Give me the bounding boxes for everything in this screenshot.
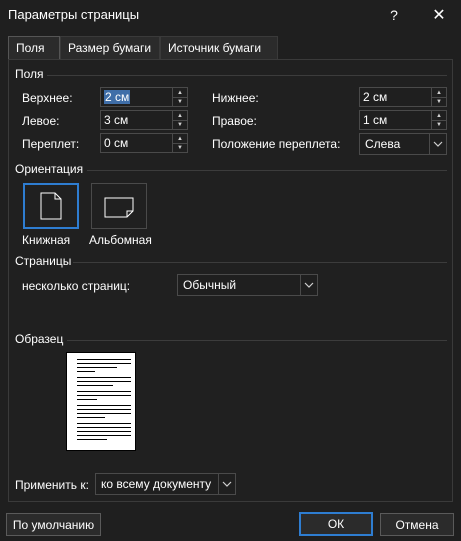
apply-to-value: ко всему документу xyxy=(101,477,212,491)
landscape-page-icon xyxy=(104,197,134,218)
close-button[interactable]: ✕ xyxy=(417,0,461,30)
multiple-pages-value: Обычный xyxy=(183,278,237,292)
gutter-label: Переплет: xyxy=(22,137,80,151)
preview-line xyxy=(77,391,131,392)
apply-to-dropdown[interactable]: ко всему документу xyxy=(95,473,236,495)
portrait-option[interactable] xyxy=(23,183,79,229)
chevron-down-icon[interactable] xyxy=(429,134,446,154)
tab-paper-source[interactable]: Источник бумаги xyxy=(160,36,278,60)
preview-line xyxy=(77,431,131,432)
preview-line xyxy=(77,413,131,414)
preview-line xyxy=(77,395,131,396)
cancel-button[interactable]: Отмена xyxy=(380,513,454,536)
preview-line xyxy=(77,409,131,410)
gutter-position-dropdown[interactable]: Слева xyxy=(359,133,447,155)
bottom-margin-spinner[interactable]: 2 см ▲ ▼ xyxy=(359,87,447,107)
portrait-page-icon xyxy=(40,192,62,220)
preview-line xyxy=(77,423,131,424)
portrait-label[interactable]: Книжная xyxy=(22,233,70,247)
preview-line xyxy=(77,377,131,378)
preview-line xyxy=(77,367,117,368)
left-margin-label: Левое: xyxy=(22,114,60,128)
preview-line xyxy=(77,385,113,386)
bottom-margin-value[interactable]: 2 см xyxy=(363,90,387,104)
section-divider xyxy=(73,262,447,263)
multiple-pages-label: несколько страниц: xyxy=(22,279,131,293)
left-margin-spinner[interactable]: 3 см ▲ ▼ xyxy=(100,110,188,130)
top-margin-value[interactable]: 2 см xyxy=(104,90,131,104)
spinner-arrows: ▲ ▼ xyxy=(172,88,187,106)
spinner-arrows: ▲ ▼ xyxy=(172,111,187,129)
gutter-position-value: Слева xyxy=(365,137,401,151)
pages-section-title: Страницы xyxy=(15,254,72,268)
preview-section-title: Образец xyxy=(15,332,64,346)
preview-line xyxy=(77,427,131,428)
apply-to-label: Применить к: xyxy=(15,478,89,492)
right-margin-spinner[interactable]: 1 см ▲ ▼ xyxy=(359,110,447,130)
landscape-label[interactable]: Альбомная xyxy=(89,233,152,247)
landscape-option[interactable] xyxy=(91,183,147,229)
preview-line xyxy=(77,363,131,364)
multiple-pages-dropdown[interactable]: Обычный xyxy=(177,274,318,296)
preview-line xyxy=(77,381,131,382)
section-divider xyxy=(67,340,447,341)
tab-paper-size[interactable]: Размер бумаги xyxy=(60,36,160,60)
section-divider xyxy=(87,170,447,171)
preview-line xyxy=(77,417,105,418)
set-default-button[interactable]: По умолчанию xyxy=(6,513,101,536)
bottom-margin-label: Нижнее: xyxy=(212,91,259,105)
left-margin-value[interactable]: 3 см xyxy=(104,113,128,127)
ok-button[interactable]: ОК xyxy=(299,512,373,536)
margins-section-title: Поля xyxy=(15,67,44,81)
right-margin-value[interactable]: 1 см xyxy=(363,113,387,127)
gutter-spinner[interactable]: 0 см ▲ ▼ xyxy=(100,133,188,153)
gutter-position-label: Положение переплета: xyxy=(212,137,341,151)
spin-down-icon[interactable]: ▼ xyxy=(432,97,446,106)
spin-down-icon[interactable]: ▼ xyxy=(173,143,187,152)
spin-down-icon[interactable]: ▼ xyxy=(173,97,187,106)
title-bar: Параметры страницы ? ✕ xyxy=(0,0,461,30)
section-divider xyxy=(47,75,447,76)
top-margin-spinner[interactable]: 2 см ▲ ▼ xyxy=(100,87,188,107)
spinner-arrows: ▲ ▼ xyxy=(431,111,446,129)
spinner-arrows: ▲ ▼ xyxy=(431,88,446,106)
orientation-section-title: Ориентация xyxy=(15,162,84,176)
page-preview xyxy=(66,352,136,451)
chevron-down-icon[interactable] xyxy=(300,275,317,295)
right-margin-label: Правое: xyxy=(212,114,257,128)
preview-line xyxy=(77,359,131,360)
preview-line xyxy=(77,439,107,440)
preview-line xyxy=(77,399,97,400)
help-button[interactable]: ? xyxy=(372,0,416,30)
window-title: Параметры страницы xyxy=(8,7,140,22)
spin-down-icon[interactable]: ▼ xyxy=(432,120,446,129)
preview-line xyxy=(77,435,131,436)
preview-line xyxy=(77,371,95,372)
spinner-arrows: ▲ ▼ xyxy=(172,134,187,152)
top-margin-label: Верхнее: xyxy=(22,91,73,105)
gutter-value[interactable]: 0 см xyxy=(104,136,128,150)
chevron-down-icon[interactable] xyxy=(218,474,235,494)
spin-down-icon[interactable]: ▼ xyxy=(173,120,187,129)
tab-margins[interactable]: Поля xyxy=(8,36,60,61)
preview-line xyxy=(77,405,131,406)
